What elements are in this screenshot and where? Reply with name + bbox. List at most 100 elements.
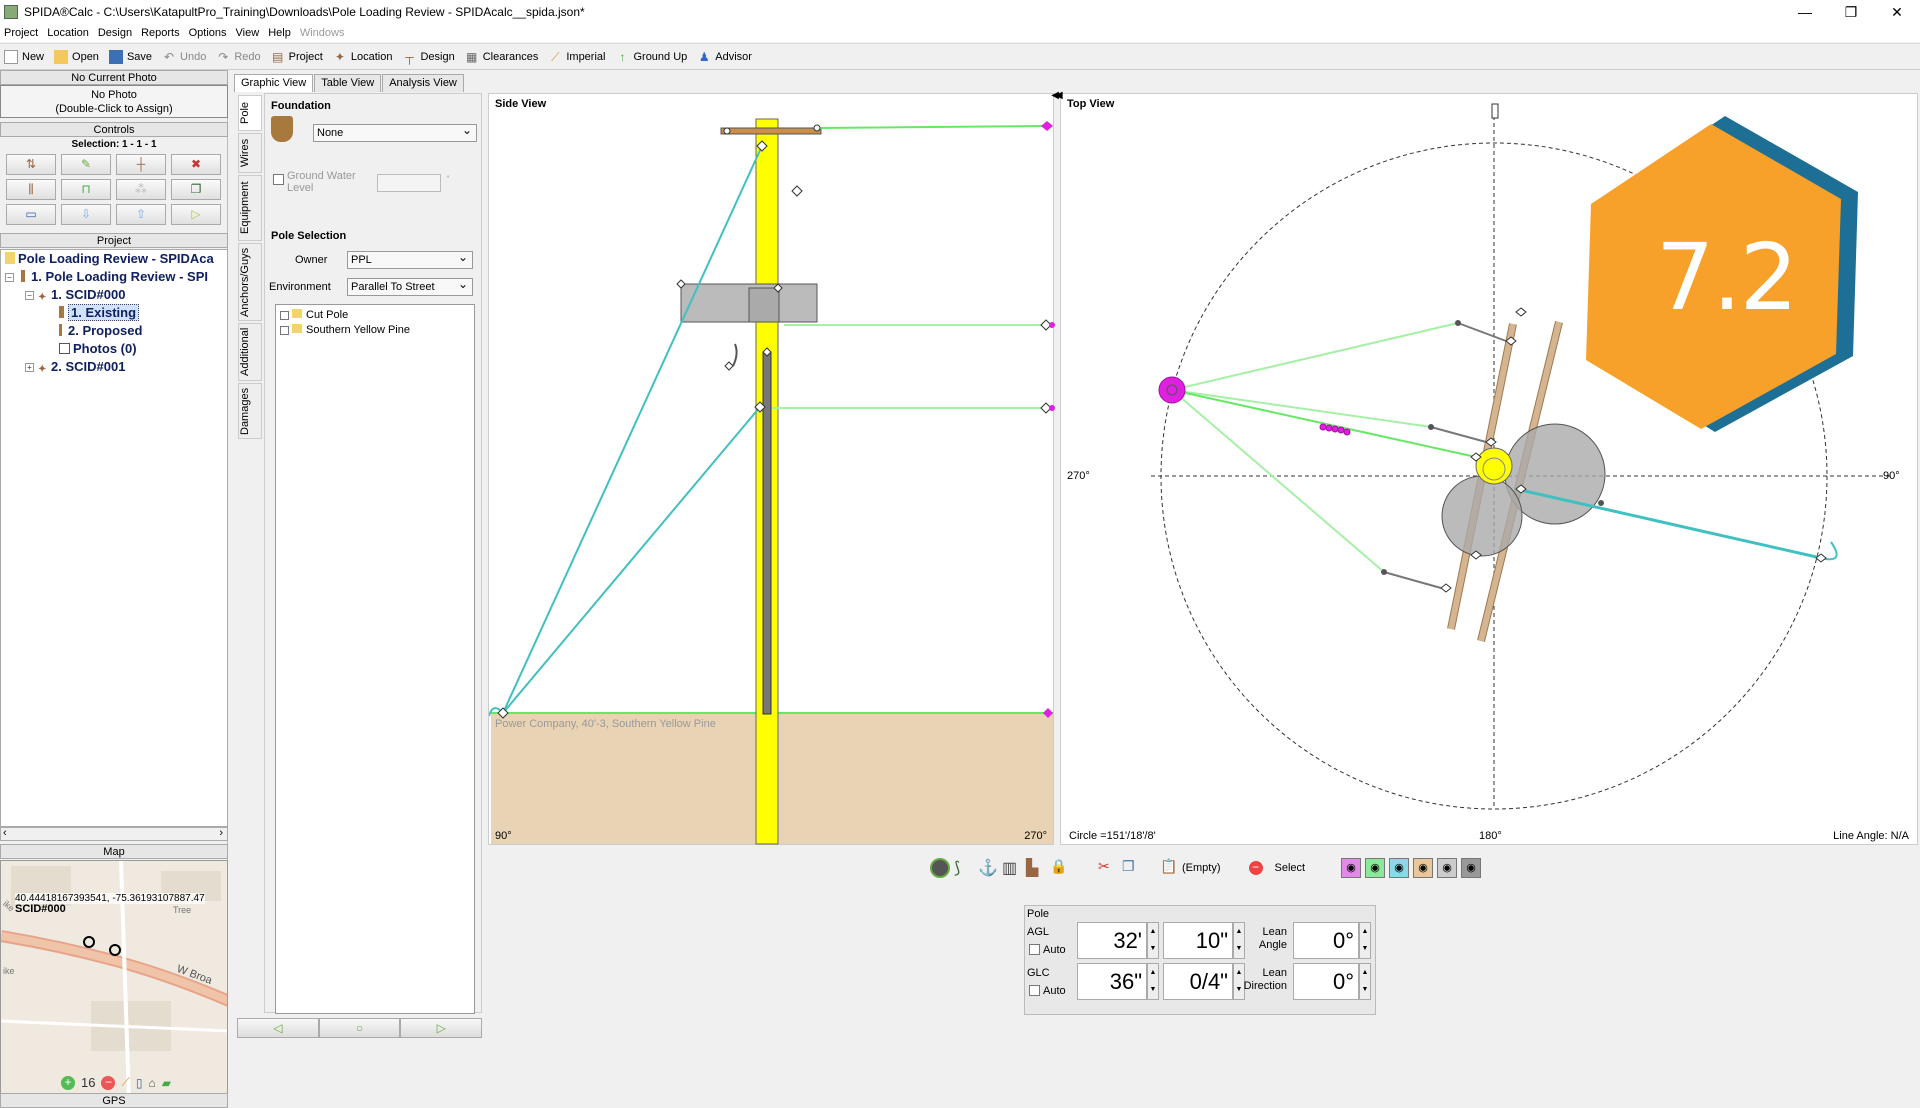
view-all-icon[interactable] [930, 858, 950, 878]
select-label[interactable]: Select [1275, 862, 1306, 874]
equipment-tool-icon[interactable]: ▥ [1002, 858, 1022, 878]
side-view-canvas[interactable] [489, 94, 1055, 846]
advisor-button[interactable]: ♟ Advisor [697, 50, 752, 64]
collapse-icon[interactable]: − [25, 291, 34, 300]
maximize-button[interactable]: ❐ [1828, 0, 1874, 24]
next-icon[interactable]: ▷ [400, 1018, 483, 1038]
wire-line[interactable] [1171, 322, 1459, 391]
close-button[interactable]: ✕ [1874, 0, 1920, 24]
anchor-icon[interactable]: ⚓ [978, 858, 998, 878]
glc-auto-checkbox[interactable] [1029, 985, 1040, 996]
map-view[interactable]: 40.44418167393541, -75.36193107887.47 SC… [0, 860, 228, 1100]
eye-green-icon[interactable]: ◉ [1365, 858, 1386, 878]
open-button[interactable]: Open [54, 49, 99, 64]
undo-button[interactable]: ↶ Undo [162, 50, 206, 64]
lock-icon[interactable]: 🔒 [1050, 858, 1070, 878]
eye-magenta-icon[interactable]: ◉ [1341, 858, 1362, 878]
eye-gray-icon[interactable]: ◉ [1437, 858, 1458, 878]
move-down-icon[interactable]: ⇩ [61, 204, 111, 225]
owner-select[interactable]: PPL [347, 249, 473, 269]
glc-feet-input[interactable]: 36" [1077, 963, 1147, 1000]
zoom-out-icon[interactable]: − [101, 1075, 116, 1090]
expand-arrow-icon[interactable]: ◀ [1055, 90, 1063, 101]
span-icon[interactable]: ⊓ [61, 179, 111, 200]
tree-scrollbar[interactable]: ‹ › [0, 827, 228, 841]
new-button[interactable]: New [4, 49, 44, 64]
zoom-in-icon[interactable]: + [61, 1075, 75, 1090]
lean-direction-input[interactable]: 0° [1293, 963, 1359, 1000]
tree-node-proposed[interactable]: 2. Proposed [59, 323, 142, 338]
expand-icon[interactable]: + [25, 363, 34, 372]
menu-options[interactable]: Options [189, 27, 227, 39]
foundation-select[interactable]: None [313, 122, 477, 142]
agl-auto-checkbox[interactable] [1029, 944, 1040, 955]
agl-inches-spinner[interactable]: ▲ ▼ [1233, 922, 1245, 959]
side-view-panel[interactable]: Side View Power Company, 40'-3, Southern… [488, 90, 1059, 846]
list-item-southern-yellow-pine[interactable]: Southern Yellow Pine [280, 324, 410, 336]
tab-graphic-view[interactable]: Graphic View [234, 74, 314, 92]
tree-node-root[interactable]: Pole Loading Review - SPIDAca [5, 251, 214, 266]
menu-reports[interactable]: Reports [141, 27, 180, 39]
ground-water-checkbox[interactable] [273, 174, 284, 185]
phone-icon[interactable]: ▯ [136, 1076, 143, 1090]
delete-icon[interactable]: ✖ [171, 154, 221, 175]
menu-view[interactable]: View [236, 27, 260, 39]
paste-icon[interactable]: 📋 [1160, 858, 1178, 878]
wire-line[interactable] [1171, 389, 1385, 573]
prev-icon[interactable]: ◁ [237, 1018, 319, 1038]
guy-wire[interactable] [502, 406, 761, 714]
glc-feet-spinner[interactable]: ▲ ▼ [1147, 963, 1159, 1000]
tree-node-existing[interactable]: 1. Existing [59, 304, 140, 321]
location-button[interactable]: ✦ Location [333, 50, 393, 64]
properties-icon[interactable]: ▭ [6, 204, 56, 225]
agl-feet-spinner[interactable]: ▲ ▼ [1147, 922, 1159, 959]
move-up-icon[interactable]: ⇧ [116, 204, 166, 225]
menu-location[interactable]: Location [47, 27, 89, 39]
tree-node-scid001[interactable]: + ✦ 2. SCID#001 [25, 359, 125, 376]
environment-select[interactable]: Parallel To Street [347, 276, 473, 296]
vtab-damages[interactable]: Damages [238, 383, 262, 439]
home-icon[interactable]: ⌂ [148, 1076, 155, 1090]
wire-line[interactable] [1171, 389, 1477, 458]
vtab-wires[interactable]: Wires [238, 133, 262, 173]
vtab-additional[interactable]: Additional [238, 323, 262, 381]
play-icon[interactable]: ▷ [171, 204, 221, 225]
measure-icon[interactable]: ⟋ [121, 1075, 129, 1090]
save-button[interactable]: Save [108, 49, 152, 64]
eye-cyan-icon[interactable]: ◉ [1389, 858, 1410, 878]
menu-design[interactable]: Design [98, 27, 132, 39]
guy-wire[interactable] [502, 145, 763, 714]
menu-windows[interactable]: Windows [300, 27, 345, 39]
scroll-left-icon[interactable]: ‹ [3, 827, 7, 839]
tree-node-scid000[interactable]: − ✦ 1. SCID#000 [25, 287, 125, 304]
project-button[interactable]: ▤ Project [271, 50, 323, 64]
pole-top[interactable] [1475, 447, 1513, 485]
tab-table-view[interactable]: Table View [314, 74, 382, 92]
wire-tool-icon[interactable]: ⟆ [954, 858, 974, 878]
equipment-circle[interactable] [1441, 475, 1523, 557]
menu-help[interactable]: Help [268, 27, 291, 39]
deselect-icon[interactable]: − [1248, 861, 1263, 875]
grid-icon[interactable]: ⁂ [116, 179, 166, 200]
wire-line[interactable] [818, 125, 1050, 129]
glc-auto[interactable]: Auto [1029, 985, 1066, 997]
agl-inches-input[interactable]: 10" [1163, 922, 1233, 959]
minimize-button[interactable]: — [1782, 0, 1828, 24]
cut-icon[interactable]: ✂ [1098, 858, 1118, 878]
wire-line[interactable] [1171, 389, 1432, 428]
agl-auto[interactable]: Auto [1029, 944, 1066, 956]
home-circle-icon[interactable]: ○ [318, 1018, 401, 1038]
ground-water-input[interactable] [377, 174, 441, 192]
edit-pole-icon[interactable]: ✎ [61, 154, 111, 175]
photo-box[interactable]: No Photo (Double-Click to Assign) [0, 85, 228, 118]
tree-node-project[interactable]: − 1. Pole Loading Review - SPI [5, 269, 208, 284]
copy-icon[interactable]: ❐ [1122, 858, 1142, 878]
lean-angle-input[interactable]: 0° [1293, 922, 1359, 959]
layers-icon[interactable]: ▰ [162, 1076, 171, 1090]
menu-project[interactable]: Project [4, 27, 38, 39]
expand-icon[interactable] [280, 311, 289, 320]
insert-pole-icon[interactable]: ┼ [116, 154, 166, 175]
vtab-anchors-guys[interactable]: Anchors/Guys [238, 243, 262, 321]
copy-icon[interactable]: ❐ [171, 179, 221, 200]
crossarm[interactable] [720, 127, 822, 135]
